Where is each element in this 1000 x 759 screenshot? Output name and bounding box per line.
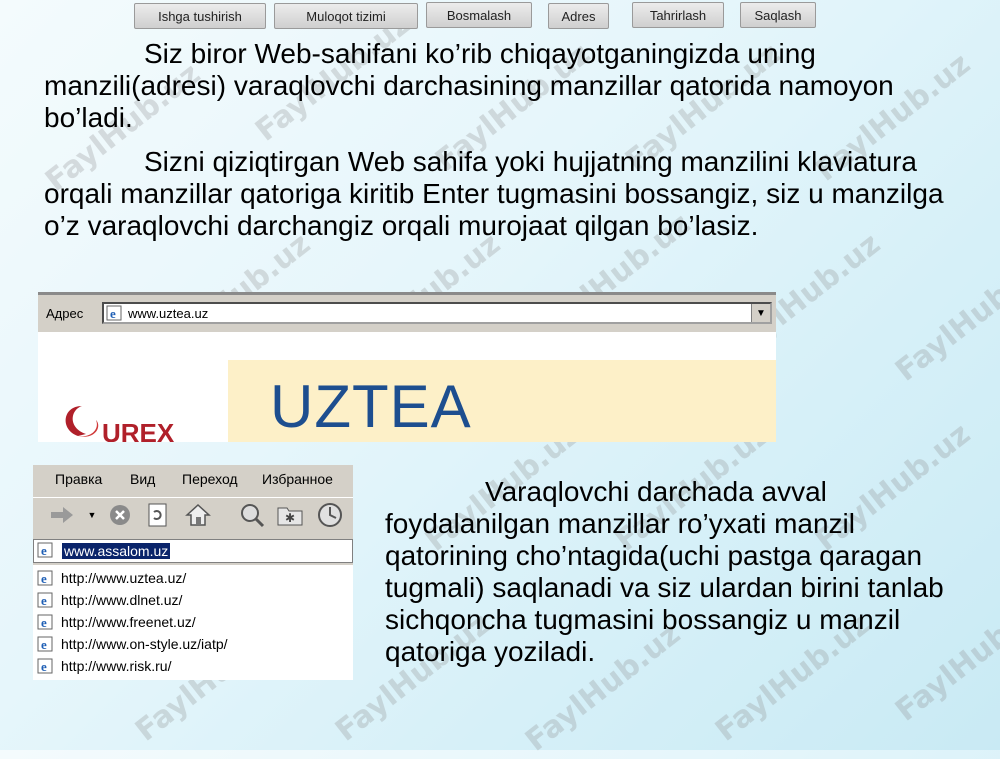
menu-item-vid[interactable]: Вид	[130, 471, 155, 487]
nav-button-tahrirlash[interactable]: Tahrirlash	[632, 2, 724, 28]
favorites-icon[interactable]: ✱	[277, 502, 303, 528]
stop-icon[interactable]	[107, 502, 133, 528]
address-label: Адрес	[46, 306, 84, 321]
paragraph-3: Varaqlovchi darchada avval foydalanilgan…	[385, 476, 965, 668]
history-icon[interactable]	[317, 502, 343, 528]
menu-item-perekhod[interactable]: Переход	[182, 471, 238, 487]
browser-toolbar: ▼ ✱	[33, 497, 353, 534]
url-history-dropdown: e http://www.uztea.uz/ e http://www.dlne…	[33, 565, 353, 680]
chevron-down-icon[interactable]: ▼	[751, 304, 770, 322]
paragraph-3-rest: foydalanilgan manzillar ro’yxati manzil …	[385, 508, 944, 667]
nav-button-muloqot-tizimi[interactable]: Muloqot tizimi	[274, 3, 418, 29]
paragraph-2-first-line: Sizni qiziqtirgan Web sahifa yoki hujjat…	[144, 146, 790, 177]
paragraph-2: Sizni qiziqtirgan Web sahifa yoki hujjat…	[44, 146, 954, 242]
history-item[interactable]: e http://www.on-style.uz/iatp/	[37, 633, 228, 655]
menu-bar: Правка Вид Переход Избранное	[33, 465, 353, 495]
svg-text:e: e	[41, 637, 47, 652]
svg-text:e: e	[41, 543, 47, 558]
history-item-url: http://www.freenet.uz/	[61, 614, 196, 630]
browser-screenshot: Правка Вид Переход Избранное ▼ ✱ e www.a…	[33, 465, 353, 680]
refresh-icon[interactable]	[145, 502, 171, 528]
url-input[interactable]: e www.assalom.uz	[33, 539, 353, 563]
nav-button-adres[interactable]: Adres	[548, 3, 609, 29]
url-selected-value: www.assalom.uz	[62, 543, 171, 559]
history-item-url: http://www.uztea.uz/	[61, 570, 187, 586]
svg-text:e: e	[41, 615, 47, 630]
ie-page-icon: e	[37, 636, 53, 652]
ie-page-icon: e	[106, 305, 124, 326]
svg-text:✱: ✱	[285, 511, 295, 525]
ie-page-icon: e	[37, 614, 53, 630]
svg-text:e: e	[110, 306, 116, 321]
nav-button-saqlash[interactable]: Saqlash	[740, 2, 816, 28]
address-bar-screenshot: Адрес e www.uztea.uz ▼ UZTEA UREX	[38, 292, 776, 442]
address-toolbar: Адрес e www.uztea.uz ▼	[38, 292, 776, 332]
urex-logo: UREX	[56, 400, 186, 442]
menu-item-pravka[interactable]: Правка	[55, 471, 102, 487]
history-item[interactable]: e http://www.uztea.uz/	[37, 567, 186, 589]
uztea-banner-text: UZTEA	[270, 373, 472, 440]
paragraph-1-rest: manzili(adresi) varaqlovchi darchasining…	[44, 70, 894, 133]
nav-button-ishga-tushirish[interactable]: Ishga tushirish	[134, 3, 266, 29]
history-item[interactable]: e http://www.freenet.uz/	[37, 611, 196, 633]
history-item-url: http://www.risk.ru/	[61, 658, 172, 674]
search-icon[interactable]	[239, 502, 265, 528]
history-item[interactable]: e http://www.risk.ru/	[37, 655, 171, 677]
svg-text:UREX: UREX	[102, 418, 175, 442]
ie-page-icon: e	[37, 570, 53, 586]
svg-text:e: e	[41, 593, 47, 608]
forward-arrow-icon[interactable]	[49, 502, 75, 528]
svg-text:e: e	[41, 571, 47, 586]
ie-page-icon: e	[37, 592, 53, 608]
history-item[interactable]: e http://www.dlnet.uz/	[37, 589, 182, 611]
address-input[interactable]: e www.uztea.uz ▼	[102, 302, 772, 324]
ie-page-icon: e	[37, 542, 55, 563]
address-value: www.uztea.uz	[128, 306, 209, 321]
nav-button-bosmalash[interactable]: Bosmalash	[426, 2, 532, 28]
ie-page-icon: e	[37, 658, 53, 674]
svg-text:e: e	[41, 659, 47, 674]
watermark: FaylHub.uz	[888, 246, 1000, 389]
paragraph-3-first-line: Varaqlovchi darchada avval	[485, 476, 827, 507]
history-item-url: http://www.on-style.uz/iatp/	[61, 636, 228, 652]
home-icon[interactable]	[185, 502, 211, 528]
dropdown-arrow-icon[interactable]: ▼	[79, 502, 105, 528]
history-item-url: http://www.dlnet.uz/	[61, 592, 183, 608]
paragraph-1-first-line: Siz biror Web-sahifani ko’rib chiqayotga…	[144, 38, 816, 69]
paragraph-1: Siz biror Web-sahifani ko’rib chiqayotga…	[44, 38, 954, 134]
menu-item-izbrannoe[interactable]: Избранное	[262, 471, 333, 487]
